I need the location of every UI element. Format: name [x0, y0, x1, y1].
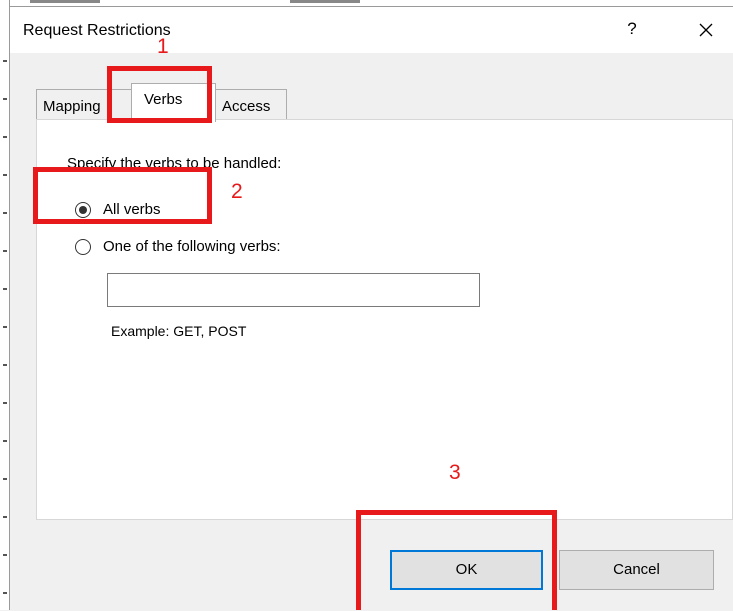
annotation-box-all-verbs: [33, 167, 212, 224]
verbs-input[interactable]: [107, 273, 480, 307]
tab-access[interactable]: Access: [215, 89, 287, 120]
annotation-box-ok-button: [356, 510, 557, 610]
background-window-edge: [0, 0, 10, 610]
cancel-button[interactable]: Cancel: [559, 550, 714, 590]
dialog-title: Request Restrictions: [23, 22, 171, 39]
annotation-step-1: 1: [157, 35, 169, 58]
help-button[interactable]: ?: [622, 19, 642, 43]
annotation-box-verbs-tab: [107, 66, 212, 123]
specific-verbs-label[interactable]: One of the following verbs:: [103, 238, 281, 255]
verbs-example-text: Example: GET, POST: [111, 323, 247, 339]
annotation-step-3: 3: [449, 461, 461, 484]
close-button[interactable]: [696, 19, 716, 43]
title-bar: Request Restrictions ?: [10, 7, 733, 53]
close-icon: [699, 23, 713, 37]
tab-access-label: Access: [222, 98, 271, 115]
tab-mapping-label: Mapping: [43, 98, 101, 115]
specific-verbs-radio[interactable]: [75, 239, 91, 255]
annotation-step-2: 2: [231, 180, 243, 203]
